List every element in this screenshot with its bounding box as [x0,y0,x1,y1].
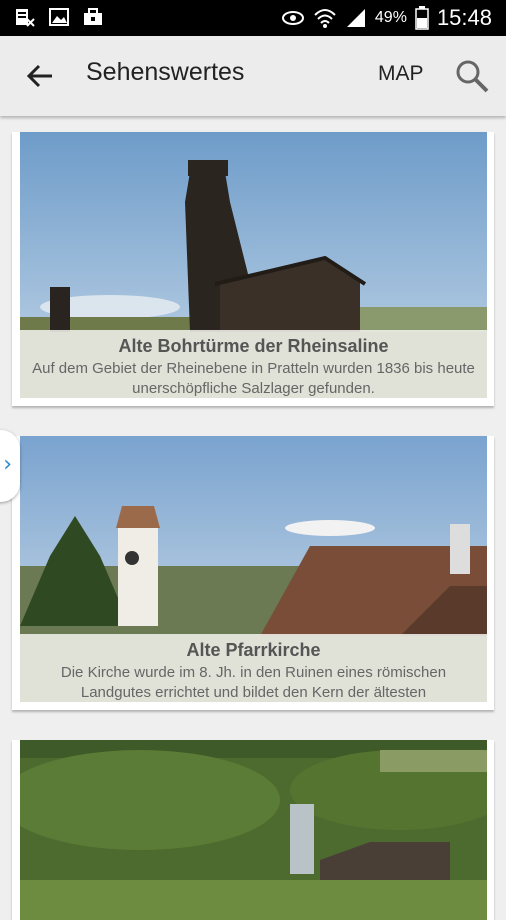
back-arrow-icon[interactable] [22,58,58,94]
list-item[interactable]: Alte Bohrtürme der Rheinsaline Auf dem G… [12,132,494,406]
card-title: Alte Bohrtürme der Rheinsaline [118,336,389,356]
card-image [20,740,487,920]
card-description: Die Kirche wurde im 8. Jh. in den Ruinen… [60,664,447,701]
card-description: Auf dem Gebiet der Rheinebene in Prattel… [32,360,475,397]
page-title: Sehenswertes [86,58,245,86]
drawer-handle[interactable]: › [0,430,20,502]
app-toolbar: Sehenswertes MAP [0,36,506,116]
battery-icon [415,6,429,30]
map-button[interactable]: MAP [378,62,424,86]
signal-icon [346,9,365,27]
search-icon[interactable] [454,58,490,94]
clock: 15:48 [436,5,492,30]
card-title: Alte Pfarrkirche [186,640,321,660]
notification-icons [14,7,104,27]
eye-icon [281,11,304,25]
card-caption: Alte Pfarrkirche Die Kirche wurde im 8. … [20,634,487,702]
document-muted-icon [16,9,35,27]
chevron-right-icon: › [3,452,12,477]
card-caption: Alte Bohrtürme der Rheinsaline Auf dem G… [20,330,487,398]
briefcase-icon [84,8,102,25]
status-bar: 49% 15:48 [0,0,506,36]
wifi-icon [314,9,336,28]
list-item[interactable]: Alte Pfarrkirche Die Kirche wurde im 8. … [12,436,494,710]
list-item[interactable] [12,740,494,920]
battery-percent: 49% [374,9,407,26]
image-icon [49,8,69,26]
